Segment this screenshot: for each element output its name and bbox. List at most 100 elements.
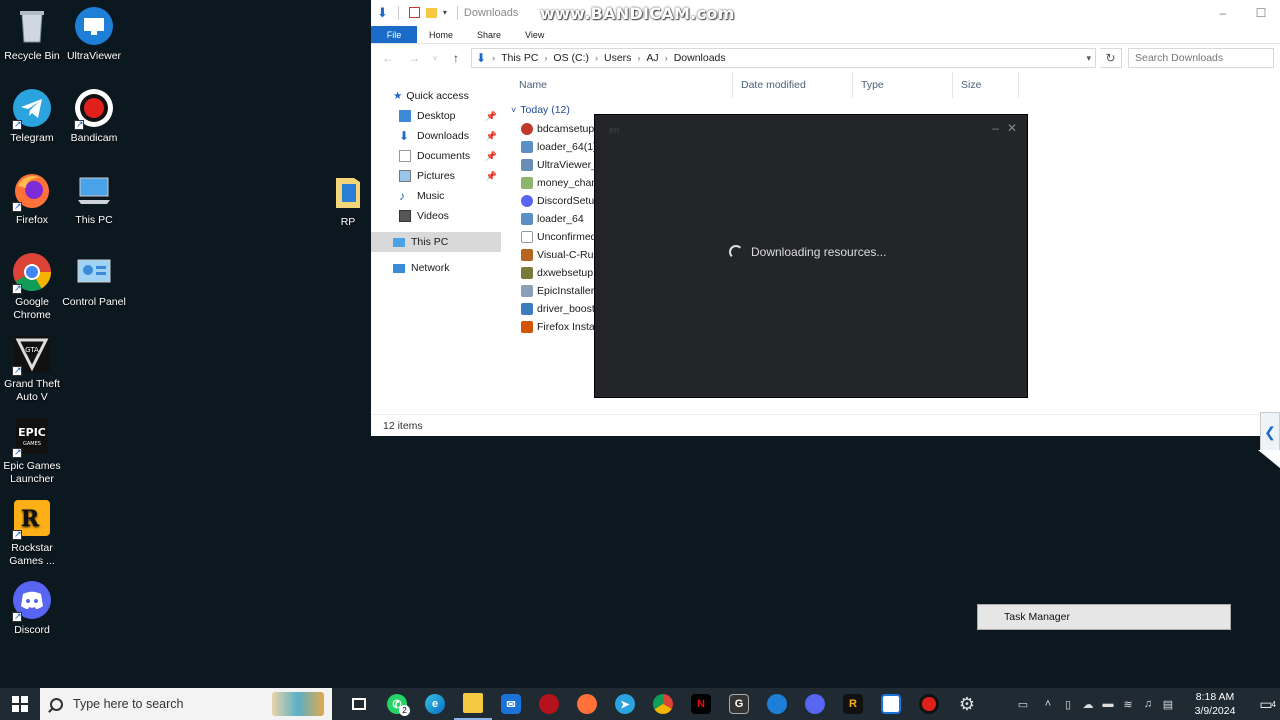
- task-view-button[interactable]: [340, 688, 378, 720]
- taskbar-telegram[interactable]: ➤: [606, 688, 644, 720]
- task-manager-menu-item[interactable]: Task Manager: [977, 604, 1231, 630]
- tab-file[interactable]: File: [371, 26, 417, 43]
- search-placeholder: Type here to search: [73, 697, 184, 711]
- clock[interactable]: 8:18 AM 3/9/2024: [1186, 690, 1244, 718]
- nav-downloads[interactable]: ⬇ Downloads 📌: [371, 126, 501, 146]
- desktop-icon-telegram[interactable]: Telegram: [0, 88, 64, 145]
- column-type[interactable]: Type: [853, 72, 953, 98]
- desktop-icon-this-pc[interactable]: This PC: [62, 170, 126, 227]
- minimize-button[interactable]: –: [1204, 6, 1242, 20]
- desktop-icon-control-panel[interactable]: Control Panel: [62, 252, 126, 309]
- taskbar-app-g[interactable]: G: [720, 688, 758, 720]
- taskbar-rockstar[interactable]: R: [834, 688, 872, 720]
- desktop-icon-label: Bandicam: [70, 132, 118, 144]
- desktop-icon-epic-games[interactable]: EPIC GAMES Epic Games Launcher: [0, 416, 64, 486]
- notification-center[interactable]: ▭ 4: [1252, 696, 1280, 713]
- desktop-icon-bandicam[interactable]: Bandicam: [62, 88, 126, 145]
- desktop-icon-recycle-bin[interactable]: Recycle Bin: [0, 6, 64, 63]
- wifi-icon[interactable]: ≋: [1118, 698, 1138, 711]
- battery-icon[interactable]: ▬: [1098, 698, 1118, 710]
- nav-videos[interactable]: Videos: [371, 206, 501, 226]
- chevron-up-icon[interactable]: ˄: [1038, 698, 1058, 710]
- nav-this-pc[interactable]: This PC: [371, 232, 501, 252]
- search-downloads-input[interactable]: Search Downloads: [1128, 48, 1274, 68]
- taskbar-search-box[interactable]: Type here to search: [40, 688, 332, 720]
- nav-quick-access[interactable]: ★ Quick access: [371, 86, 501, 106]
- desktop-icon-label: Epic Games Launcher: [3, 460, 61, 485]
- nav-music[interactable]: ♪ Music: [371, 186, 501, 206]
- breadcrumb-users[interactable]: Users: [604, 52, 631, 64]
- desktop-icon-label: This PC: [75, 214, 113, 226]
- column-size[interactable]: Size: [953, 72, 1019, 98]
- nav-network[interactable]: Network: [371, 258, 501, 278]
- breadcrumb-downloads[interactable]: Downloads: [674, 52, 726, 64]
- taskbar-whatsapp[interactable]: ✆ 2: [378, 688, 416, 720]
- taskbar-settings[interactable]: ⚙: [948, 688, 986, 720]
- usb-icon[interactable]: ▯: [1058, 698, 1078, 711]
- desktop-icon-gta-v[interactable]: GTA Grand Theft Auto V: [0, 334, 64, 404]
- column-date-modified[interactable]: Date modified: [733, 72, 853, 98]
- cloud-icon[interactable]: ☁: [1078, 698, 1098, 711]
- file-name: Firefox Install: [537, 321, 600, 333]
- notification-count: 4: [1271, 699, 1276, 709]
- address-dropdown-icon[interactable]: ▾: [1086, 53, 1091, 64]
- taskbar-discord[interactable]: [796, 688, 834, 720]
- window-title: Downloads: [463, 6, 519, 19]
- desktop-icon-rockstar[interactable]: R Rockstar Games ...: [0, 498, 64, 568]
- start-button[interactable]: [0, 688, 40, 720]
- taskbar-file-explorer[interactable]: [454, 688, 492, 720]
- taskbar-edge[interactable]: e: [416, 688, 454, 720]
- ribbon-tabs: File Home Share View: [371, 26, 1280, 44]
- ultraviewer-icon: [74, 6, 114, 46]
- breadcrumb-aj[interactable]: AJ: [646, 52, 658, 64]
- desktop-icon-firefox[interactable]: Firefox: [0, 170, 64, 227]
- nav-pictures[interactable]: Pictures 📌: [371, 166, 501, 186]
- taskbar-netflix[interactable]: N: [682, 688, 720, 720]
- loader-dialog: en – ✕ Downloading resources...: [594, 114, 1028, 398]
- taskbar-mail[interactable]: ✉: [492, 688, 530, 720]
- file-name: UltraViewer_s: [537, 159, 603, 171]
- language-label[interactable]: en: [609, 125, 619, 135]
- volume-icon[interactable]: ♫: [1138, 698, 1158, 710]
- address-bar[interactable]: ⬇ › This PC › OS (C:) › Users › AJ › Dow…: [471, 48, 1096, 68]
- app-icon: [521, 213, 533, 225]
- taskbar-ultraviewer[interactable]: [758, 688, 796, 720]
- desktop-icon-ultraviewer[interactable]: UltraViewer: [62, 6, 126, 63]
- side-panel-toggle[interactable]: ❮: [1260, 412, 1280, 452]
- desktop-icon-label: Discord: [14, 624, 50, 636]
- new-folder-icon[interactable]: [425, 7, 437, 18]
- nav-label: Music: [417, 190, 445, 202]
- loader-minimize-button[interactable]: –: [992, 121, 999, 135]
- tab-home[interactable]: Home: [417, 26, 465, 43]
- taskbar-bandicam[interactable]: [910, 688, 948, 720]
- column-name[interactable]: Name: [511, 72, 733, 98]
- properties-icon[interactable]: [408, 7, 420, 18]
- up-arrow-icon[interactable]: ↑: [445, 51, 467, 65]
- breadcrumb-os-c[interactable]: OS (C:): [553, 52, 589, 64]
- nav-desktop[interactable]: Desktop 📌: [371, 106, 501, 126]
- taskbar-chrome[interactable]: [644, 688, 682, 720]
- desktop-icon-google-chrome[interactable]: Google Chrome: [0, 252, 64, 322]
- maximize-button[interactable]: ☐: [1242, 6, 1280, 20]
- loader-close-button[interactable]: ✕: [1007, 121, 1017, 135]
- spinner-icon: [729, 245, 743, 259]
- taskbar-control-panel[interactable]: [872, 688, 910, 720]
- taskbar-app-red[interactable]: [530, 688, 568, 720]
- svg-text:GAMES: GAMES: [23, 441, 41, 447]
- taskbar-firefox[interactable]: [568, 688, 606, 720]
- breadcrumb-this-pc[interactable]: This PC: [501, 52, 538, 64]
- tab-share[interactable]: Share: [465, 26, 513, 43]
- firefox-icon: [12, 170, 52, 213]
- recent-dropdown-icon[interactable]: ˅: [429, 54, 441, 63]
- nav-documents[interactable]: Documents 📌: [371, 146, 501, 166]
- tab-view[interactable]: View: [513, 26, 556, 43]
- forward-arrow-icon[interactable]: →: [403, 51, 425, 65]
- file-explorer-icon: [463, 693, 483, 713]
- folder-icon: [328, 172, 368, 212]
- qat-dropdown-icon[interactable]: ▾: [443, 8, 447, 17]
- desktop-icon-discord[interactable]: Discord: [0, 580, 64, 637]
- refresh-icon[interactable]: ↻: [1100, 48, 1122, 68]
- keyboard-icon[interactable]: ▭: [1008, 698, 1038, 711]
- back-arrow-icon[interactable]: ←: [377, 51, 399, 65]
- language-icon[interactable]: ▤: [1158, 698, 1178, 711]
